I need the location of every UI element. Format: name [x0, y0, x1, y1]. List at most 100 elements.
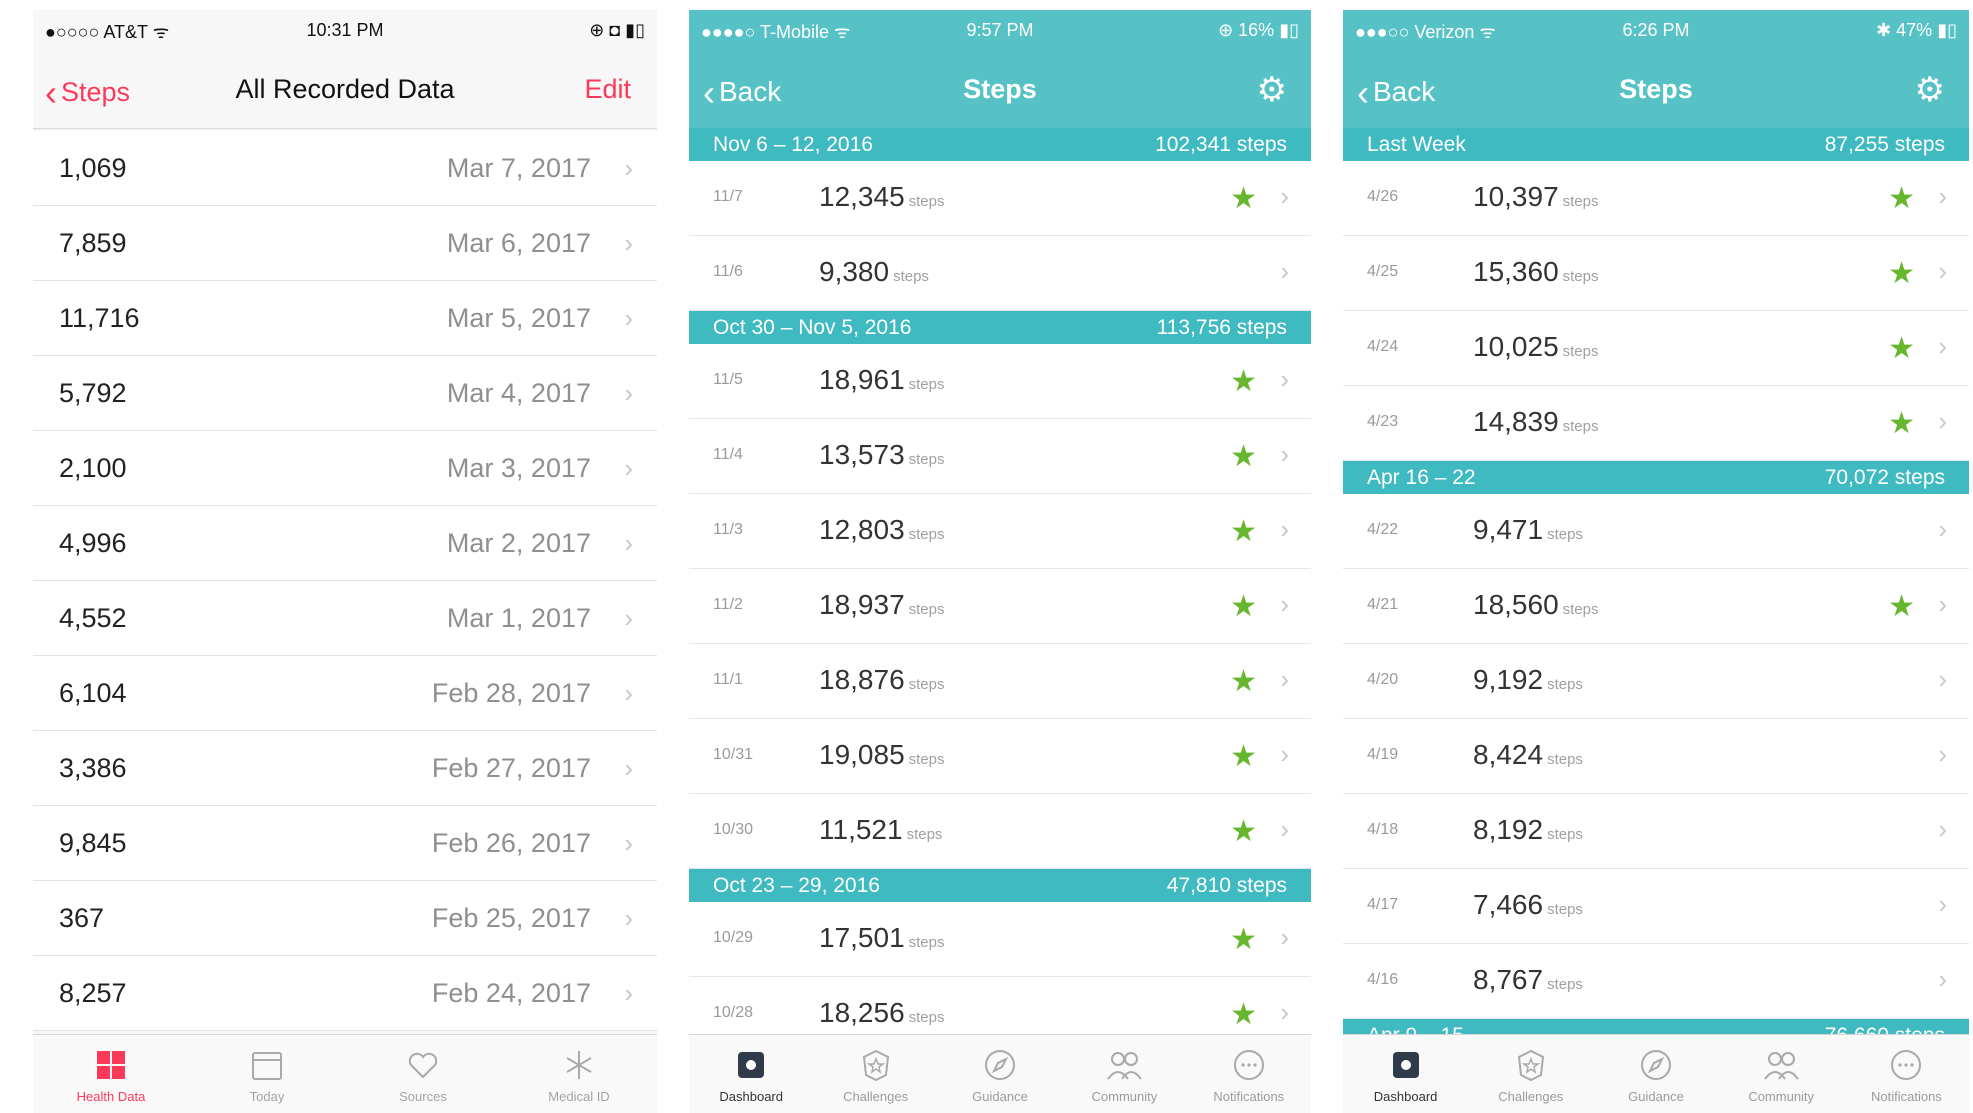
step-count: 7,859 — [59, 228, 127, 258]
star-icon: ★ — [1230, 815, 1257, 848]
edit-button[interactable]: Edit — [584, 74, 631, 105]
tab-sources[interactable]: Sources — [345, 1035, 501, 1113]
day-row[interactable]: 10/31 19,085 steps ★ › — [689, 719, 1311, 794]
star-icon: ★ — [1888, 257, 1915, 290]
steps-value: 18,961 — [819, 364, 905, 395]
week-total: 113,756 steps — [1156, 316, 1287, 339]
day-row[interactable]: 4/18 8,192 steps › — [1343, 794, 1969, 869]
day-row[interactable]: 4/16 8,767 steps › — [1343, 944, 1969, 1019]
steps-unit: steps — [1547, 976, 1583, 993]
day-row[interactable]: 10/29 17,501 steps ★ › — [689, 902, 1311, 977]
tab-community[interactable]: Community — [1062, 1035, 1186, 1113]
step-count: 2,100 — [59, 453, 127, 483]
steps-list[interactable]: Nov 6 – 12, 2016 102,341 steps 11/7 12,345 s… — [689, 128, 1311, 1035]
table-row[interactable]: 8,257 Feb 24, 2017 › — [33, 956, 657, 1031]
tab-guidance[interactable]: Guidance — [1593, 1035, 1718, 1113]
record-date: Feb 24, 2017 — [431, 978, 591, 1008]
steps-unit: steps — [1547, 526, 1583, 543]
star-icon: ★ — [1230, 590, 1257, 623]
day-row[interactable]: 4/19 8,424 steps › — [1343, 719, 1969, 794]
steps-unit: steps — [908, 451, 945, 468]
week-header: Apr 16 – 22 70,072 steps — [1343, 461, 1969, 494]
community-icon — [1761, 1045, 1801, 1085]
nav-bar: ‹ Back Steps ⚙ — [1343, 50, 1969, 128]
chevron-right-icon: › — [624, 753, 633, 783]
day-row[interactable]: 4/22 9,471 steps › — [1343, 494, 1969, 569]
tab-dashboard[interactable]: Dashboard — [689, 1035, 813, 1113]
chevron-right-icon: › — [1938, 739, 1947, 769]
record-date: Feb 25, 2017 — [431, 903, 591, 933]
steps-value: 18,876 — [819, 664, 905, 695]
status-bar: ●●●●○ T-Mobile ᯤ 9:57 PM ⊕ 16% ▮▯ — [689, 10, 1311, 50]
table-row[interactable]: 4,552 Mar 1, 2017 › — [33, 581, 657, 656]
table-row[interactable]: 367 Feb 25, 2017 › — [33, 881, 657, 956]
nav-bar: ‹ Back Steps ⚙ — [689, 50, 1311, 128]
steps-unit: steps — [1562, 343, 1599, 360]
tab-bar: Health Data Today Sources Medical ID — [33, 1034, 657, 1113]
tab-notifications[interactable]: Notifications — [1844, 1035, 1969, 1113]
challenges-icon — [856, 1045, 896, 1085]
record-date: Mar 6, 2017 — [446, 228, 591, 258]
chevron-right-icon: › — [1938, 889, 1947, 919]
day-row[interactable]: 11/7 12,345 steps ★ › — [689, 161, 1311, 236]
chevron-right-icon: › — [1938, 256, 1947, 286]
community-icon — [1104, 1045, 1144, 1085]
day-row[interactable]: 4/26 10,397 steps ★ › — [1343, 161, 1969, 236]
day-row[interactable]: 11/4 13,573 steps ★ › — [689, 419, 1311, 494]
day-date: 4/23 — [1367, 413, 1399, 430]
day-row[interactable]: 11/1 18,876 steps ★ › — [689, 644, 1311, 719]
day-date: 4/22 — [1367, 521, 1399, 538]
gear-icon[interactable]: ⚙ — [1257, 70, 1287, 110]
tab-dashboard[interactable]: Dashboard — [1343, 1035, 1468, 1113]
tab-challenges[interactable]: Challenges — [1468, 1035, 1593, 1113]
tab-bar: Dashboard Challenges Guidance Community Noti… — [689, 1034, 1311, 1113]
gear-icon[interactable]: ⚙ — [1915, 70, 1945, 110]
steps-unit: steps — [1562, 193, 1599, 210]
table-row[interactable]: 1,069 Mar 7, 2017 › — [33, 131, 657, 206]
steps-unit: steps — [1547, 901, 1583, 918]
chevron-right-icon: › — [1280, 514, 1289, 544]
day-steps: 7,466 steps — [1473, 889, 1583, 921]
day-row[interactable]: 4/24 10,025 steps ★ › — [1343, 311, 1969, 386]
steps-value: 18,560 — [1473, 589, 1559, 620]
table-row[interactable]: 2,100 Mar 3, 2017 › — [33, 431, 657, 506]
day-row[interactable]: 11/3 12,803 steps ★ › — [689, 494, 1311, 569]
day-row[interactable]: 4/21 18,560 steps ★ › — [1343, 569, 1969, 644]
star-icon: ★ — [1230, 515, 1257, 548]
table-row[interactable]: 9,845 Feb 26, 2017 › — [33, 806, 657, 881]
table-row[interactable]: 5,792 Mar 4, 2017 › — [33, 356, 657, 431]
day-row[interactable]: 11/2 18,937 steps ★ › — [689, 569, 1311, 644]
chevron-right-icon: › — [1938, 964, 1947, 994]
table-row[interactable]: 3,386 Feb 27, 2017 › — [33, 731, 657, 806]
day-row[interactable]: 4/17 7,466 steps › — [1343, 869, 1969, 944]
tab-guidance[interactable]: Guidance — [938, 1035, 1062, 1113]
day-row[interactable]: 11/5 18,961 steps ★ › — [689, 344, 1311, 419]
day-steps: 12,803 steps — [819, 514, 945, 546]
day-row[interactable]: 4/20 9,192 steps › — [1343, 644, 1969, 719]
chevron-right-icon: › — [624, 378, 633, 408]
table-row[interactable]: 7,859 Mar 6, 2017 › — [33, 206, 657, 281]
day-row[interactable]: 4/23 14,839 steps ★ › — [1343, 386, 1969, 461]
tab-notifications[interactable]: Notifications — [1187, 1035, 1311, 1113]
table-row[interactable]: 6,104 Feb 28, 2017 › — [33, 656, 657, 731]
tab-health-data[interactable]: Health Data — [33, 1035, 189, 1113]
chevron-right-icon: › — [1280, 589, 1289, 619]
tab-today[interactable]: Today — [189, 1035, 345, 1113]
tab-label: Dashboard — [719, 1089, 783, 1104]
tab-challenges[interactable]: Challenges — [813, 1035, 937, 1113]
week-header: Oct 23 – 29, 2016 47,810 steps — [689, 869, 1311, 902]
day-row[interactable]: 10/28 18,256 steps ★ › — [689, 977, 1311, 1035]
dashboard-icon — [731, 1045, 771, 1085]
day-date: 11/3 — [713, 521, 743, 538]
day-row[interactable]: 10/30 11,521 steps ★ › — [689, 794, 1311, 869]
tab-community[interactable]: Community — [1719, 1035, 1844, 1113]
tab-label: Health Data — [76, 1089, 146, 1104]
fitbit-screen-2: ●●●○○ Verizon ᯤ 6:26 PM ✱ 47% ▮▯ ‹ Back S… — [1343, 10, 1969, 1113]
day-row[interactable]: 11/6 9,380 steps › — [689, 236, 1311, 311]
steps-value: 10,025 — [1473, 331, 1559, 362]
day-row[interactable]: 4/25 15,360 steps ★ › — [1343, 236, 1969, 311]
tab-medical-id[interactable]: Medical ID — [501, 1035, 657, 1113]
table-row[interactable]: 11,716 Mar 5, 2017 › — [33, 281, 657, 356]
table-row[interactable]: 4,996 Mar 2, 2017 › — [33, 506, 657, 581]
steps-list[interactable]: Last Week 87,255 steps 4/26 10,397 steps ★ › 4/… — [1343, 128, 1969, 1035]
